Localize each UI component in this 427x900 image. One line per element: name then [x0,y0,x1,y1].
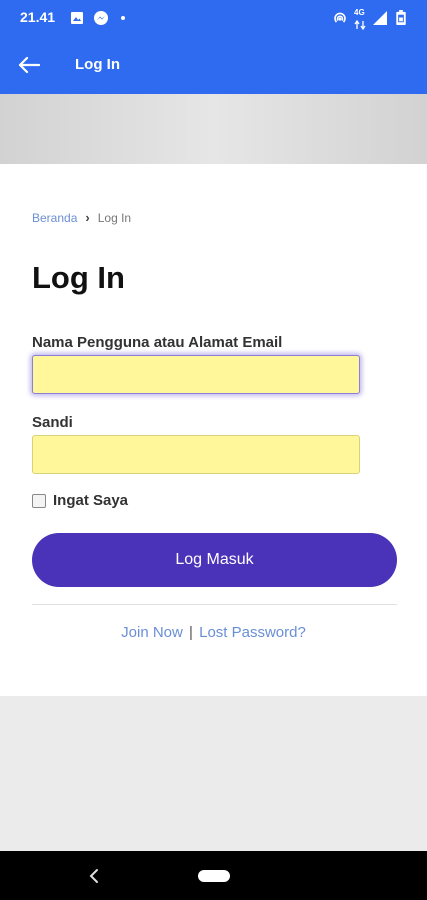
page-title: Log In [32,260,125,295]
nav-back-icon[interactable] [88,868,100,884]
password-label: Sandi [32,414,73,431]
signal-icon [373,11,387,25]
login-submit-button[interactable]: Log Masuk [32,533,397,587]
username-label: Nama Pengguna atau Alamat Email [32,334,283,351]
arrow-left-icon [18,56,40,74]
breadcrumb-current: Log In [97,210,132,225]
system-nav-bar [0,851,427,900]
nav-home-pill[interactable] [198,870,230,882]
hero-banner [0,94,427,164]
password-input[interactable] [32,435,360,474]
divider [32,604,397,605]
join-now-link[interactable]: Join Now [121,624,183,641]
account-links: Join Now | Lost Password? [0,624,427,641]
dot-icon [121,16,125,20]
hotspot-icon [334,12,346,23]
data-arrows-icon [354,19,366,31]
status-time: 21.41 [20,9,56,25]
back-button[interactable] [12,48,46,82]
breadcrumb: Beranda › Log In [32,210,131,225]
lost-password-link[interactable]: Lost Password? [199,624,306,641]
remember-me-row[interactable]: Ingat Saya [32,492,128,509]
app-bar: Log In [0,36,427,94]
links-separator: | [189,624,193,641]
app-bar-title: Log In [75,56,120,73]
battery-icon [396,10,406,26]
status-bar: 21.41 4G [0,0,427,36]
image-icon [71,12,83,24]
remember-me-label: Ingat Saya [53,492,129,509]
chevron-right-icon: › [85,210,90,225]
remember-me-checkbox[interactable] [32,493,46,508]
login-card: Beranda › Log In Log In Nama Pengguna at… [0,164,427,696]
breadcrumb-home-link[interactable]: Beranda [32,211,77,225]
messenger-icon [94,11,108,25]
username-input[interactable] [32,355,360,394]
network-type-label: 4G [354,8,365,17]
